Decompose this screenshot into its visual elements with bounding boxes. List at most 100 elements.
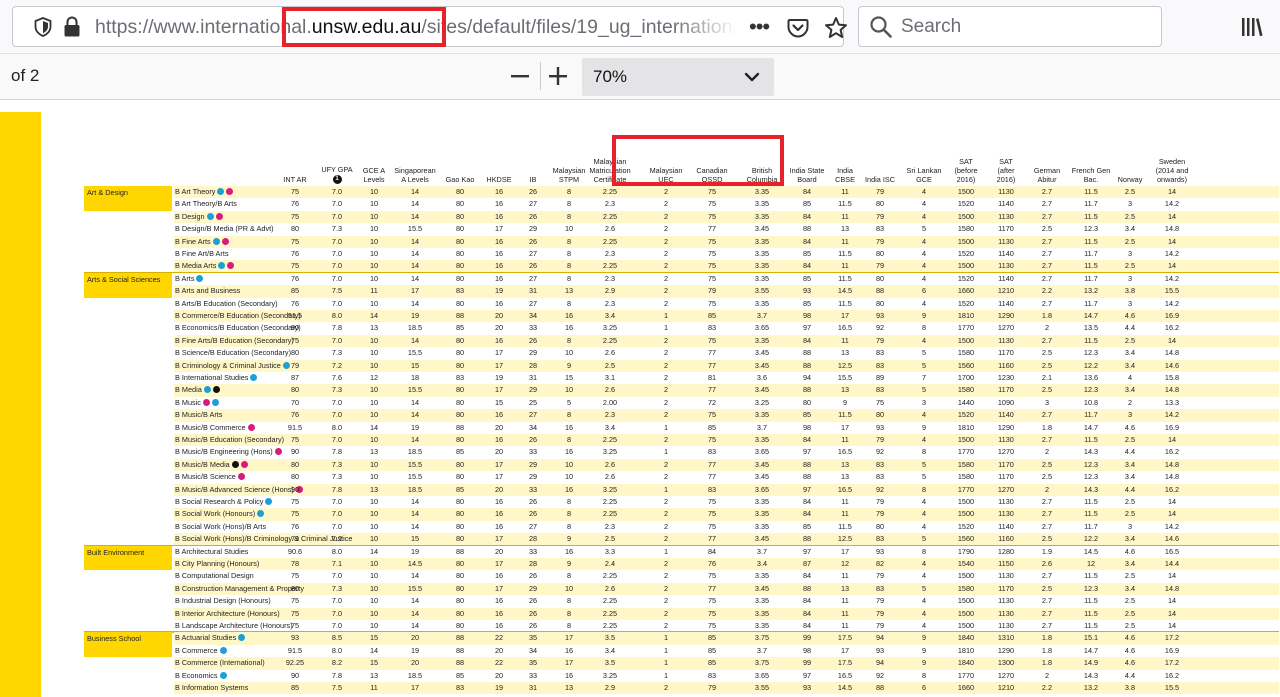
table-cell: 10 <box>369 497 379 506</box>
table-cell: 17.2 <box>1164 658 1180 668</box>
table-cell: 85 <box>455 670 465 680</box>
table-cell: 2.3 <box>604 298 616 308</box>
table-cell: 2 <box>663 236 669 246</box>
table-cell: 10 <box>369 397 379 407</box>
library-icon[interactable] <box>1240 16 1264 38</box>
table-cell: 93 <box>875 422 885 432</box>
table-cell: 3.35 <box>754 211 770 221</box>
table-cell: 2.7 <box>1041 199 1053 209</box>
table-cell: 75 <box>707 435 717 444</box>
program-name: B International Studies <box>175 372 258 384</box>
table-cell: 7.0 <box>331 298 343 308</box>
table-cell: 16 <box>494 608 504 618</box>
lock-icon[interactable] <box>63 16 81 38</box>
table-cell: 11.5 <box>838 410 852 420</box>
table-cell: 2 <box>663 199 669 209</box>
table-cell: 1540 <box>957 559 975 568</box>
table-cell: 1580 <box>957 348 975 358</box>
table-cell: 18.5 <box>407 447 423 457</box>
table-cell: 88 <box>802 348 812 358</box>
program-name: B Commerce (International) <box>175 658 265 668</box>
table-cell: 14 <box>1167 596 1177 606</box>
table-cell: 15.1 <box>1083 633 1099 643</box>
program-name: B Design <box>175 211 223 223</box>
table-cell: 13 <box>840 348 850 358</box>
table-cell: 80 <box>455 187 465 196</box>
table-cell: 1140 <box>998 298 1014 308</box>
table-row: B Fine Arts 75 7.0 10 14 80 16 26 8 2.25 2 75 3.35 84… <box>84 235 1279 248</box>
table-cell: 5 <box>921 385 927 395</box>
table-cell: 5 <box>921 224 927 234</box>
table-cell: 3.35 <box>754 236 770 246</box>
table-cell: 17 <box>840 311 850 320</box>
table-cell: 15 <box>369 633 379 643</box>
table-cell: 17 <box>494 385 504 395</box>
table-cell: 14.5 <box>837 286 853 296</box>
table-cell: 2.7 <box>1041 497 1053 506</box>
table-cell: 3.35 <box>754 199 770 209</box>
table-cell: 13.2 <box>1083 683 1099 692</box>
table-cell: 1130 <box>998 187 1014 196</box>
table-cell: 11.5 <box>1084 435 1098 444</box>
table-cell: 79 <box>875 435 885 444</box>
table-cell: 1520 <box>957 273 975 283</box>
table-cell: 13 <box>840 472 850 482</box>
table-cell: 79 <box>875 211 885 221</box>
table-cell: 33 <box>528 447 538 457</box>
table-cell: 83 <box>455 683 465 692</box>
table-cell: 76 <box>290 273 300 283</box>
column-header: India CBSE <box>835 166 855 184</box>
table-cell: 3.35 <box>754 249 770 258</box>
table-cell: 3.25 <box>754 397 770 407</box>
table-cell: 3.35 <box>754 497 770 506</box>
table-cell: 1770 <box>957 484 975 494</box>
zoom-select[interactable]: 70% <box>582 58 774 96</box>
table-cell: 3.45 <box>754 224 770 234</box>
table-cell: 7.3 <box>331 385 343 395</box>
table-cell: 83 <box>707 447 717 457</box>
table-cell: 2.5 <box>1041 472 1053 482</box>
table-cell: 11 <box>841 236 849 246</box>
table-cell: 2 <box>663 348 669 358</box>
search-placeholder: Search <box>901 16 962 37</box>
table-cell: 77 <box>707 224 717 234</box>
table-cell: 8 <box>566 596 572 606</box>
table-cell: 75 <box>707 596 717 606</box>
table-cell: 93 <box>875 546 885 556</box>
table-row: B Music/B Advanced Science (Hons) 90 7.8 13… <box>84 483 1279 496</box>
table-cell: 4.6 <box>1124 633 1136 643</box>
table-cell: 2 <box>1044 484 1050 494</box>
search-box[interactable]: Search <box>858 6 1162 47</box>
column-header: INT AR <box>283 175 307 184</box>
bookmark-star-icon[interactable] <box>824 16 848 40</box>
tracking-protection-shield-icon[interactable] <box>33 17 53 37</box>
table-cell: 88 <box>455 422 465 432</box>
table-cell: 3.35 <box>754 187 770 196</box>
table-row: B Design/B Media (PR & Advt) 80 7.3 10 15.5 8… <box>84 223 1279 235</box>
table-cell: 10.8 <box>1083 397 1099 407</box>
table-cell: 80 <box>455 298 465 308</box>
table-cell: 2 <box>663 224 669 234</box>
table-cell: 3.8 <box>1124 683 1136 692</box>
zoom-in-icon[interactable] <box>546 64 570 88</box>
column-header: German Abitur <box>1033 166 1061 184</box>
zoom-out-icon[interactable] <box>508 64 532 88</box>
table-cell: 2 <box>663 459 669 469</box>
pocket-icon[interactable] <box>787 17 809 39</box>
table-cell: 35 <box>528 633 538 643</box>
table-cell: 11.5 <box>1084 236 1098 246</box>
table-cell: 14 <box>410 571 420 581</box>
table-cell: 2.5 <box>1124 596 1136 606</box>
pink-dot-icon <box>247 423 255 431</box>
table-cell: 10 <box>369 236 379 246</box>
table-cell: 76 <box>290 199 300 209</box>
table-cell: 2 <box>663 608 669 618</box>
table-cell: 88 <box>455 633 465 643</box>
blue-dot-icon <box>257 510 265 518</box>
table-cell: 18.5 <box>407 484 423 494</box>
table-cell: 79 <box>290 360 300 370</box>
table-cell: 79 <box>875 335 885 345</box>
table-cell: 17.5 <box>837 658 853 668</box>
table-cell: 14 <box>410 211 420 221</box>
page-actions-more-icon[interactable]: ••• <box>749 15 775 39</box>
